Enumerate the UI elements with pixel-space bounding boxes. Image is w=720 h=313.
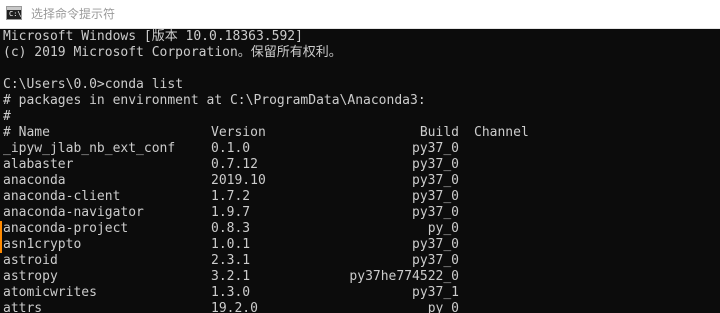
package-name: asn1crypto — [3, 237, 82, 252]
env-comment: # packages in environment at C:\ProgramD… — [3, 93, 426, 108]
header-version: Version — [211, 125, 266, 140]
package-name: astroid — [3, 253, 58, 268]
package-build: py37_0 — [412, 237, 459, 252]
package-version: 1.0.1 — [211, 237, 251, 252]
package-name: anaconda — [3, 173, 66, 188]
prompt: C:\Users\0.0> — [3, 77, 105, 92]
command-prompt-icon-glyph: C:\_ — [9, 10, 26, 18]
package-version: 2019.10 — [211, 173, 266, 188]
banner-line-copyright: (c) 2019 Microsoft Corporation。保留所有权利。 — [3, 45, 342, 60]
header-build: Build — [419, 125, 459, 140]
package-name: _ipyw_jlab_nb_ext_conf — [3, 141, 176, 156]
package-build: py37_0 — [412, 253, 459, 268]
package-build: py37_0 — [412, 205, 459, 220]
package-name: attrs — [3, 301, 43, 313]
package-build: py37_0 — [412, 173, 459, 188]
command-prompt-icon[interactable]: C:\_ — [6, 6, 26, 20]
package-name: alabaster — [3, 157, 74, 172]
command-prompt-window: C:\_ 选择命令提示符 Microsoft Windows [版本 10.0.… — [0, 0, 720, 313]
edge-mark — [0, 237, 2, 253]
package-build: py_0 — [427, 301, 459, 313]
package-version: 0.1.0 — [211, 141, 251, 156]
package-version: 0.8.3 — [211, 221, 251, 236]
package-version: 1.7.2 — [211, 189, 251, 204]
package-version: 1.3.0 — [211, 285, 251, 300]
package-version: 19.2.0 — [211, 301, 258, 313]
package-name: atomicwrites — [3, 285, 97, 300]
command-text: conda list — [104, 77, 184, 92]
package-version: 3.2.1 — [211, 269, 251, 284]
edge-mark — [0, 221, 2, 237]
title-bar[interactable]: C:\_ 选择命令提示符 — [0, 0, 720, 29]
package-build: py37_0 — [412, 189, 459, 204]
package-name: anaconda-client — [3, 189, 121, 204]
package-name: anaconda-project — [3, 221, 129, 236]
header-name: # Name — [3, 125, 50, 140]
package-build: py_0 — [427, 221, 459, 236]
header-channel: Channel — [474, 125, 529, 140]
banner-line-version: Microsoft Windows [版本 10.0.18363.592] — [3, 29, 303, 44]
package-version: 1.9.7 — [211, 205, 251, 220]
package-name: astropy — [3, 269, 58, 284]
window-title: 选择命令提示符 — [31, 7, 116, 21]
package-name: anaconda-navigator — [3, 205, 144, 220]
console-output[interactable]: Microsoft Windows [版本 10.0.18363.592] (c… — [0, 29, 720, 313]
package-version: 2.3.1 — [211, 253, 251, 268]
package-build: py37he774522_0 — [349, 269, 459, 284]
package-build: py37_1 — [412, 285, 459, 300]
blank-comment: # — [3, 109, 11, 124]
package-build: py37_0 — [412, 141, 459, 156]
command-line: C:\Users\0.0>conda list — [3, 77, 183, 93]
package-build: py37_0 — [412, 157, 459, 172]
package-version: 0.7.12 — [211, 157, 258, 172]
